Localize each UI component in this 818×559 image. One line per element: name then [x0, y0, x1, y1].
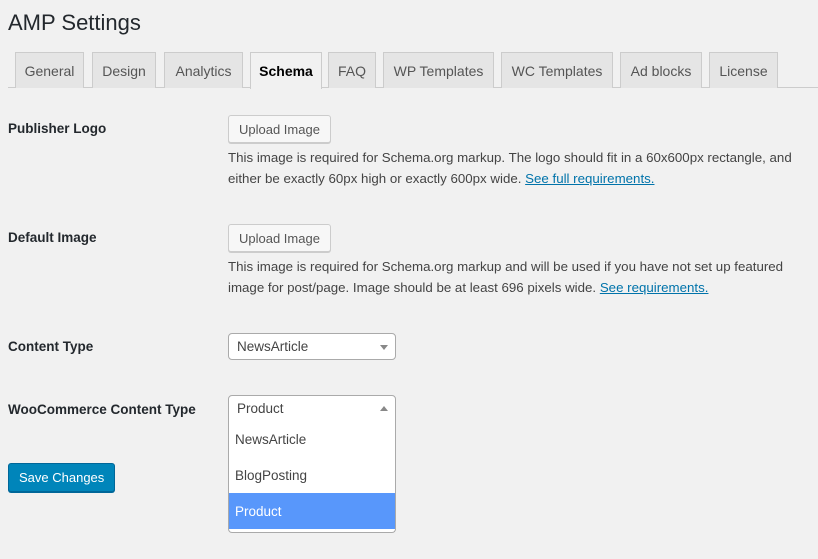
- chevron-down-icon: [380, 345, 388, 350]
- wc-content-type-select[interactable]: Product: [228, 395, 396, 422]
- tab-analytics[interactable]: Analytics: [164, 52, 243, 88]
- default-image-label: Default Image: [8, 230, 97, 245]
- default-image-upload-button[interactable]: Upload Image: [228, 224, 331, 252]
- tab-design[interactable]: Design: [92, 52, 156, 88]
- content-type-select[interactable]: NewsArticle: [228, 333, 396, 360]
- publisher-logo-label: Publisher Logo: [8, 121, 107, 136]
- requirements-link[interactable]: See requirements.: [600, 280, 709, 295]
- tab-ad-blocks[interactable]: Ad blocks: [620, 52, 702, 88]
- content-type-label: Content Type: [8, 339, 94, 354]
- tab-wp-templates[interactable]: WP Templates: [383, 52, 494, 88]
- page-title: AMP Settings: [8, 10, 141, 35]
- description-text: This image is required for Schema.org ma…: [228, 150, 792, 186]
- option-product[interactable]: Product: [229, 493, 395, 529]
- option-newsarticle[interactable]: NewsArticle: [229, 421, 395, 457]
- full-requirements-link[interactable]: See full requirements.: [525, 171, 654, 186]
- selected-value: NewsArticle: [237, 339, 309, 354]
- option-blogposting[interactable]: BlogPosting: [229, 457, 395, 493]
- wc-content-type-label: WooCommerce Content Type: [8, 402, 196, 417]
- wc-content-type-dropdown: NewsArticle BlogPosting Product: [228, 421, 396, 533]
- chevron-up-icon: [380, 406, 388, 411]
- default-image-description: This image is required for Schema.org ma…: [228, 256, 818, 298]
- tab-wc-templates[interactable]: WC Templates: [501, 52, 613, 88]
- publisher-logo-upload-button[interactable]: Upload Image: [228, 115, 331, 143]
- tab-general[interactable]: General: [15, 52, 84, 88]
- tab-license[interactable]: License: [709, 52, 778, 88]
- selected-value: Product: [237, 401, 284, 416]
- publisher-logo-description: This image is required for Schema.org ma…: [228, 147, 818, 189]
- save-changes-button[interactable]: Save Changes: [8, 463, 116, 492]
- tab-faq[interactable]: FAQ: [328, 52, 376, 88]
- tab-schema[interactable]: Schema: [250, 52, 322, 89]
